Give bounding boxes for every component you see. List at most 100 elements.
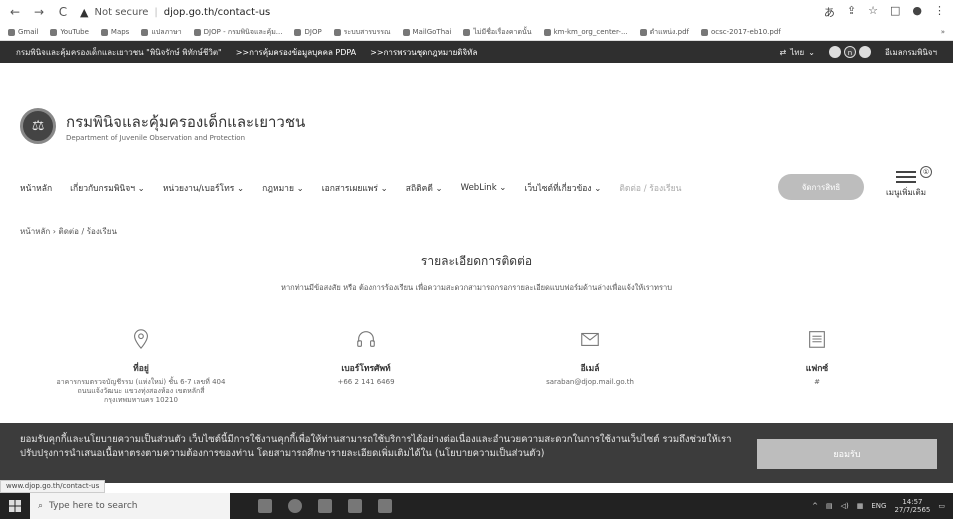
bookmark-label: ระบบสารบรรณ xyxy=(343,27,391,36)
contrast-light-icon[interactable] xyxy=(828,46,841,58)
windows-start-icon[interactable] xyxy=(0,500,30,512)
taskbar-search[interactable]: ⌕ Type here to search xyxy=(30,493,230,519)
site-header[interactable]: ⚖ กรมพินิจและคุ้มครองเด็กและเยาวชน Depar… xyxy=(20,108,305,144)
bookmark-label: Maps xyxy=(110,28,130,36)
clock-date: 27/7/2565 xyxy=(894,506,931,514)
forward-icon[interactable]: → xyxy=(32,5,46,19)
menu-item-contact[interactable]: ติดต่อ / ร้องเรียน xyxy=(619,181,681,195)
manage-rights-button[interactable]: จัดการสิทธิ xyxy=(778,174,864,200)
translate-icon[interactable]: あ xyxy=(824,4,835,20)
keyboard-icon[interactable]: ▦ xyxy=(857,502,864,510)
window-icon[interactable]: □ xyxy=(890,4,900,20)
menu-item[interactable]: เว็บไซต์ที่เกี่ยวข้อง ⌄ xyxy=(524,181,601,195)
address-line-3: กรุงเทพมหานคร 10210 xyxy=(104,396,178,404)
bookmark-favicon-icon xyxy=(543,28,551,36)
volume-icon[interactable]: ◁) xyxy=(841,502,849,510)
clock-time: 14:57 xyxy=(902,498,923,506)
contrast-dark-icon[interactable]: n xyxy=(843,46,856,58)
hamburger-icon xyxy=(896,171,916,183)
digital-law-link[interactable]: >>การพรวนชุดกฎหมายดิจิทัล xyxy=(370,46,477,59)
bookmarks-bar: Gmail YouTube Maps แปลภาษา DJOP - กรมพินิจแล… xyxy=(0,24,953,41)
reload-icon[interactable]: C xyxy=(56,5,70,19)
bookmark-favicon-icon xyxy=(294,28,302,36)
bookmark-item[interactable]: YouTube xyxy=(50,28,89,36)
menu-item[interactable]: หน้าหลัก xyxy=(20,181,52,195)
menu-item[interactable]: สถิติคดี ⌄ xyxy=(406,181,443,195)
bookmark-favicon-icon xyxy=(402,28,410,36)
language-label: ไทย xyxy=(790,47,805,57)
bookmark-item[interactable]: MailGoThai xyxy=(402,28,452,36)
cookie-accept-button[interactable]: ยอมรับ xyxy=(757,439,937,469)
bookmark-item[interactable]: ระบบสารบรรณ xyxy=(333,27,391,38)
bookmark-item[interactable]: ocsc-2017-eb10.pdf xyxy=(701,28,781,36)
bookmark-item[interactable]: ไม่มีชื่อเรื่องคาดนั้น xyxy=(463,27,532,38)
tray-chevron-icon[interactable]: ^ xyxy=(812,502,818,510)
site-topbar: กรมพินิจและคุ้มครองเด็กและเยาวชน "พินิจร… xyxy=(0,41,953,63)
menu-item[interactable]: WebLink ⌄ xyxy=(461,183,507,193)
bookmark-item[interactable]: แปลภาษา xyxy=(141,27,182,38)
menu-item[interactable]: หน่วยงาน/เบอร์โทร ⌄ xyxy=(163,181,244,195)
clock[interactable]: 14:57 27/7/2565 xyxy=(894,498,930,514)
status-url: www.djop.go.th/contact-us xyxy=(0,480,106,493)
menu-item[interactable]: เกี่ยวกับกรมพินิจฯ ⌄ xyxy=(70,181,145,195)
url-field[interactable]: ▲ Not secure | djop.go.th/contact-us xyxy=(80,6,270,19)
djop-logo: ⚖ xyxy=(20,108,56,144)
outlook-icon[interactable] xyxy=(348,499,362,513)
contrast-default-icon[interactable] xyxy=(858,46,871,58)
breadcrumb[interactable]: หน้าหลัก › ติดต่อ / ร้องเรียน xyxy=(20,225,117,238)
pdpa-link[interactable]: >>การคุ้มครองข้อมูลบุคคล PDPA xyxy=(236,46,356,59)
network-icon[interactable]: ▤ xyxy=(826,502,833,510)
bookmark-favicon-icon xyxy=(333,28,341,36)
language-indicator[interactable]: ENG xyxy=(871,502,886,510)
bookmark-item[interactable]: ตำแหน่ง.pdf xyxy=(639,27,689,38)
contact-phone: เบอร์โทรศัพท์ +66 2 141 6469 xyxy=(266,328,466,387)
kebab-icon[interactable]: ⋮ xyxy=(934,4,945,20)
share-icon[interactable]: ⇪ xyxy=(847,4,856,20)
language-select[interactable]: ⇄ ไทย ⌄ xyxy=(780,46,815,59)
bookmark-favicon-icon xyxy=(141,28,149,36)
bookmark-label: DJOP xyxy=(304,28,322,36)
address-label: ที่อยู่ xyxy=(133,364,149,374)
bookmark-label: MailGoThai xyxy=(412,28,452,36)
chrome-icon[interactable] xyxy=(288,499,302,513)
bookmark-favicon-icon xyxy=(701,28,709,36)
topbar-slogan: กรมพินิจและคุ้มครองเด็กและเยาวชน "พินิจร… xyxy=(16,47,222,57)
back-icon[interactable]: ← xyxy=(8,5,22,19)
file-explorer-icon[interactable] xyxy=(318,499,332,513)
warning-icon: ▲ xyxy=(80,5,89,19)
bookmark-item[interactable]: Gmail xyxy=(8,28,38,36)
more-menu-button[interactable]: ① เมนูเพิ่มเติม xyxy=(876,166,936,199)
bookmark-label: Gmail xyxy=(18,28,39,36)
location-pin-icon xyxy=(134,329,148,350)
bookmark-item[interactable]: DJOP xyxy=(294,28,322,36)
taskbar: ⌕ Type here to search ^ ▤ ◁) ▦ ENG 14:57… xyxy=(0,493,953,519)
fax-value: # xyxy=(814,378,820,386)
bookmark-item[interactable]: km-km_org_center-... xyxy=(543,28,628,36)
headphones-icon xyxy=(357,331,375,347)
star-icon[interactable]: ☆ xyxy=(868,4,878,20)
cookie-banner: ยอมรับคุกกี้และนโยบายความเป็นส่วนตัว เว็… xyxy=(0,423,953,483)
menu-item[interactable]: กฎหมาย ⌄ xyxy=(262,181,304,195)
browser-address-bar: ← → C ▲ Not secure | djop.go.th/contact-… xyxy=(0,0,953,24)
bookmark-label: ocsc-2017-eb10.pdf xyxy=(711,28,781,36)
more-bookmarks-icon[interactable]: » xyxy=(941,28,945,36)
bookmark-label: YouTube xyxy=(60,28,89,36)
envelope-icon xyxy=(581,332,599,346)
phone-value[interactable]: +66 2 141 6469 xyxy=(266,378,466,387)
bookmark-favicon-icon xyxy=(639,28,647,36)
fax-icon xyxy=(809,331,825,348)
taskbar-apps xyxy=(258,499,392,513)
org-name-en: Department of Juvenile Observation and P… xyxy=(66,134,246,142)
bookmark-item[interactable]: Maps xyxy=(100,28,130,36)
page-title: รายละเอียดการติดต่อ xyxy=(420,254,533,268)
email-link[interactable]: อีเมลกรมพินิจฯ xyxy=(885,46,937,59)
address-line-2: ถนนแจ้งวัฒนะ แขวงทุ่งสองห้อง เขตหลักสี่ xyxy=(77,387,205,395)
task-view-icon[interactable] xyxy=(258,499,272,513)
notification-icon[interactable]: ▭ xyxy=(938,502,945,510)
bookmark-favicon-icon xyxy=(8,28,15,36)
profile-icon[interactable]: ● xyxy=(912,4,922,20)
menu-item[interactable]: เอกสารเผยแพร่ ⌄ xyxy=(322,181,388,195)
bookmark-item[interactable]: DJOP - กรมพินิจและคุ้ม... xyxy=(193,27,282,38)
app-icon[interactable] xyxy=(378,499,392,513)
email-value[interactable]: saraban@djop.mail.go.th xyxy=(490,378,690,387)
